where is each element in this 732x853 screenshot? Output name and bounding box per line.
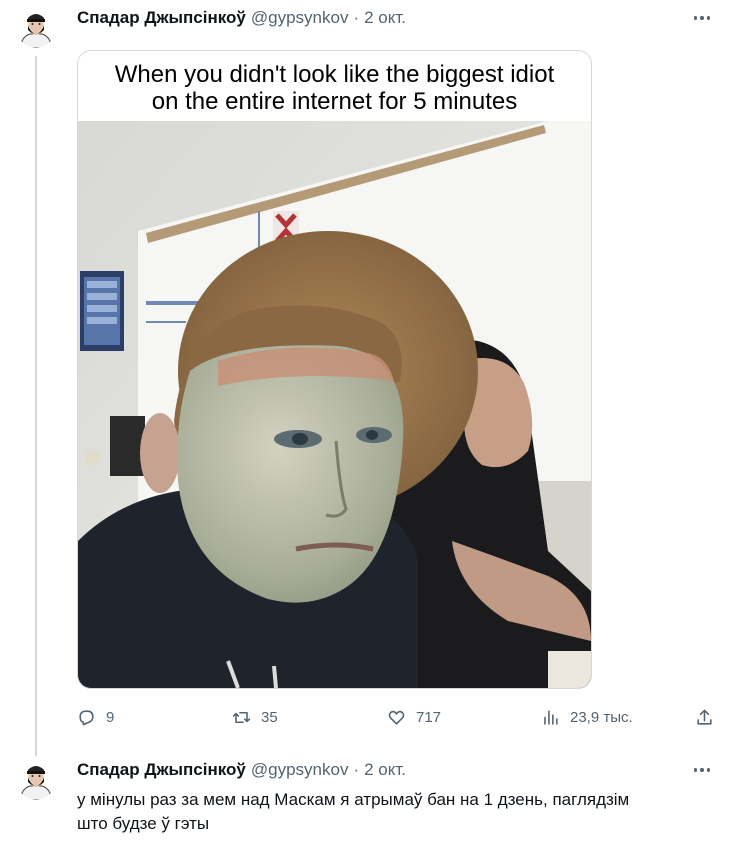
like-count: 717 (416, 708, 442, 726)
tweet-text-line: у мінулы раз за мем над Маскам я атрымаў… (77, 790, 630, 809)
separator: · (353, 8, 360, 27)
separator: · (353, 760, 360, 779)
thread-line (35, 56, 37, 756)
like-button[interactable]: 717 (387, 704, 441, 730)
more-icon[interactable] (690, 8, 714, 28)
more-icon[interactable] (690, 760, 714, 780)
user-handle[interactable]: @gypsynkov (251, 8, 349, 28)
views-icon (544, 709, 558, 725)
meme-caption-line: on the entire internet for 5 minutes (151, 88, 518, 115)
views-button[interactable]: 23,9 тыс. (541, 704, 633, 730)
retweet-button[interactable]: 35 (232, 704, 278, 730)
tweet-text: у мінулы раз за мем над Маскам я атрымаў… (77, 788, 717, 836)
reply-button[interactable]: 9 (77, 704, 114, 730)
tweet[interactable]: Спадар Джыпсінкоў @gypsynkov · 2 окт. у … (0, 750, 732, 853)
retweet-count: 35 (261, 708, 278, 726)
display-name[interactable]: Спадар Джыпсінкоў (77, 760, 246, 780)
tweet[interactable]: Спадар Джыпсінкоў @gypsynkov · 2 окт. Wh… (0, 0, 732, 756)
like-icon (388, 710, 405, 725)
timestamp[interactable]: 2 окт. (364, 8, 406, 28)
timestamp[interactable]: 2 окт. (364, 760, 406, 780)
meme-caption: When you didn't look like the biggest id… (78, 61, 591, 115)
tweet-text-line: што будзе ў гэты (77, 814, 210, 833)
meme-photo (78, 121, 591, 688)
share-button[interactable] (695, 704, 714, 730)
tweet-media[interactable]: When you didn't look like the biggest id… (77, 50, 592, 689)
views-count: 23,9 тыс. (570, 708, 633, 726)
tweet-header: Спадар Джыпсінкоў @gypsynkov · 2 окт. (77, 6, 406, 30)
retweet-icon (232, 711, 251, 723)
tweet-actions: 9 35 717 23,9 тыс. (77, 704, 717, 730)
display-name[interactable]: Спадар Джыпсінкоў (77, 8, 246, 28)
reply-icon (79, 709, 94, 725)
avatar[interactable] (16, 760, 56, 800)
user-handle[interactable]: @gypsynkov (251, 760, 349, 780)
meme-caption-line: When you didn't look like the biggest id… (114, 61, 555, 88)
share-icon (697, 709, 712, 725)
avatar[interactable] (16, 8, 56, 48)
reply-count: 9 (106, 708, 115, 726)
tweet-header: Спадар Джыпсінкоў @gypsynkov · 2 окт. (77, 758, 406, 782)
